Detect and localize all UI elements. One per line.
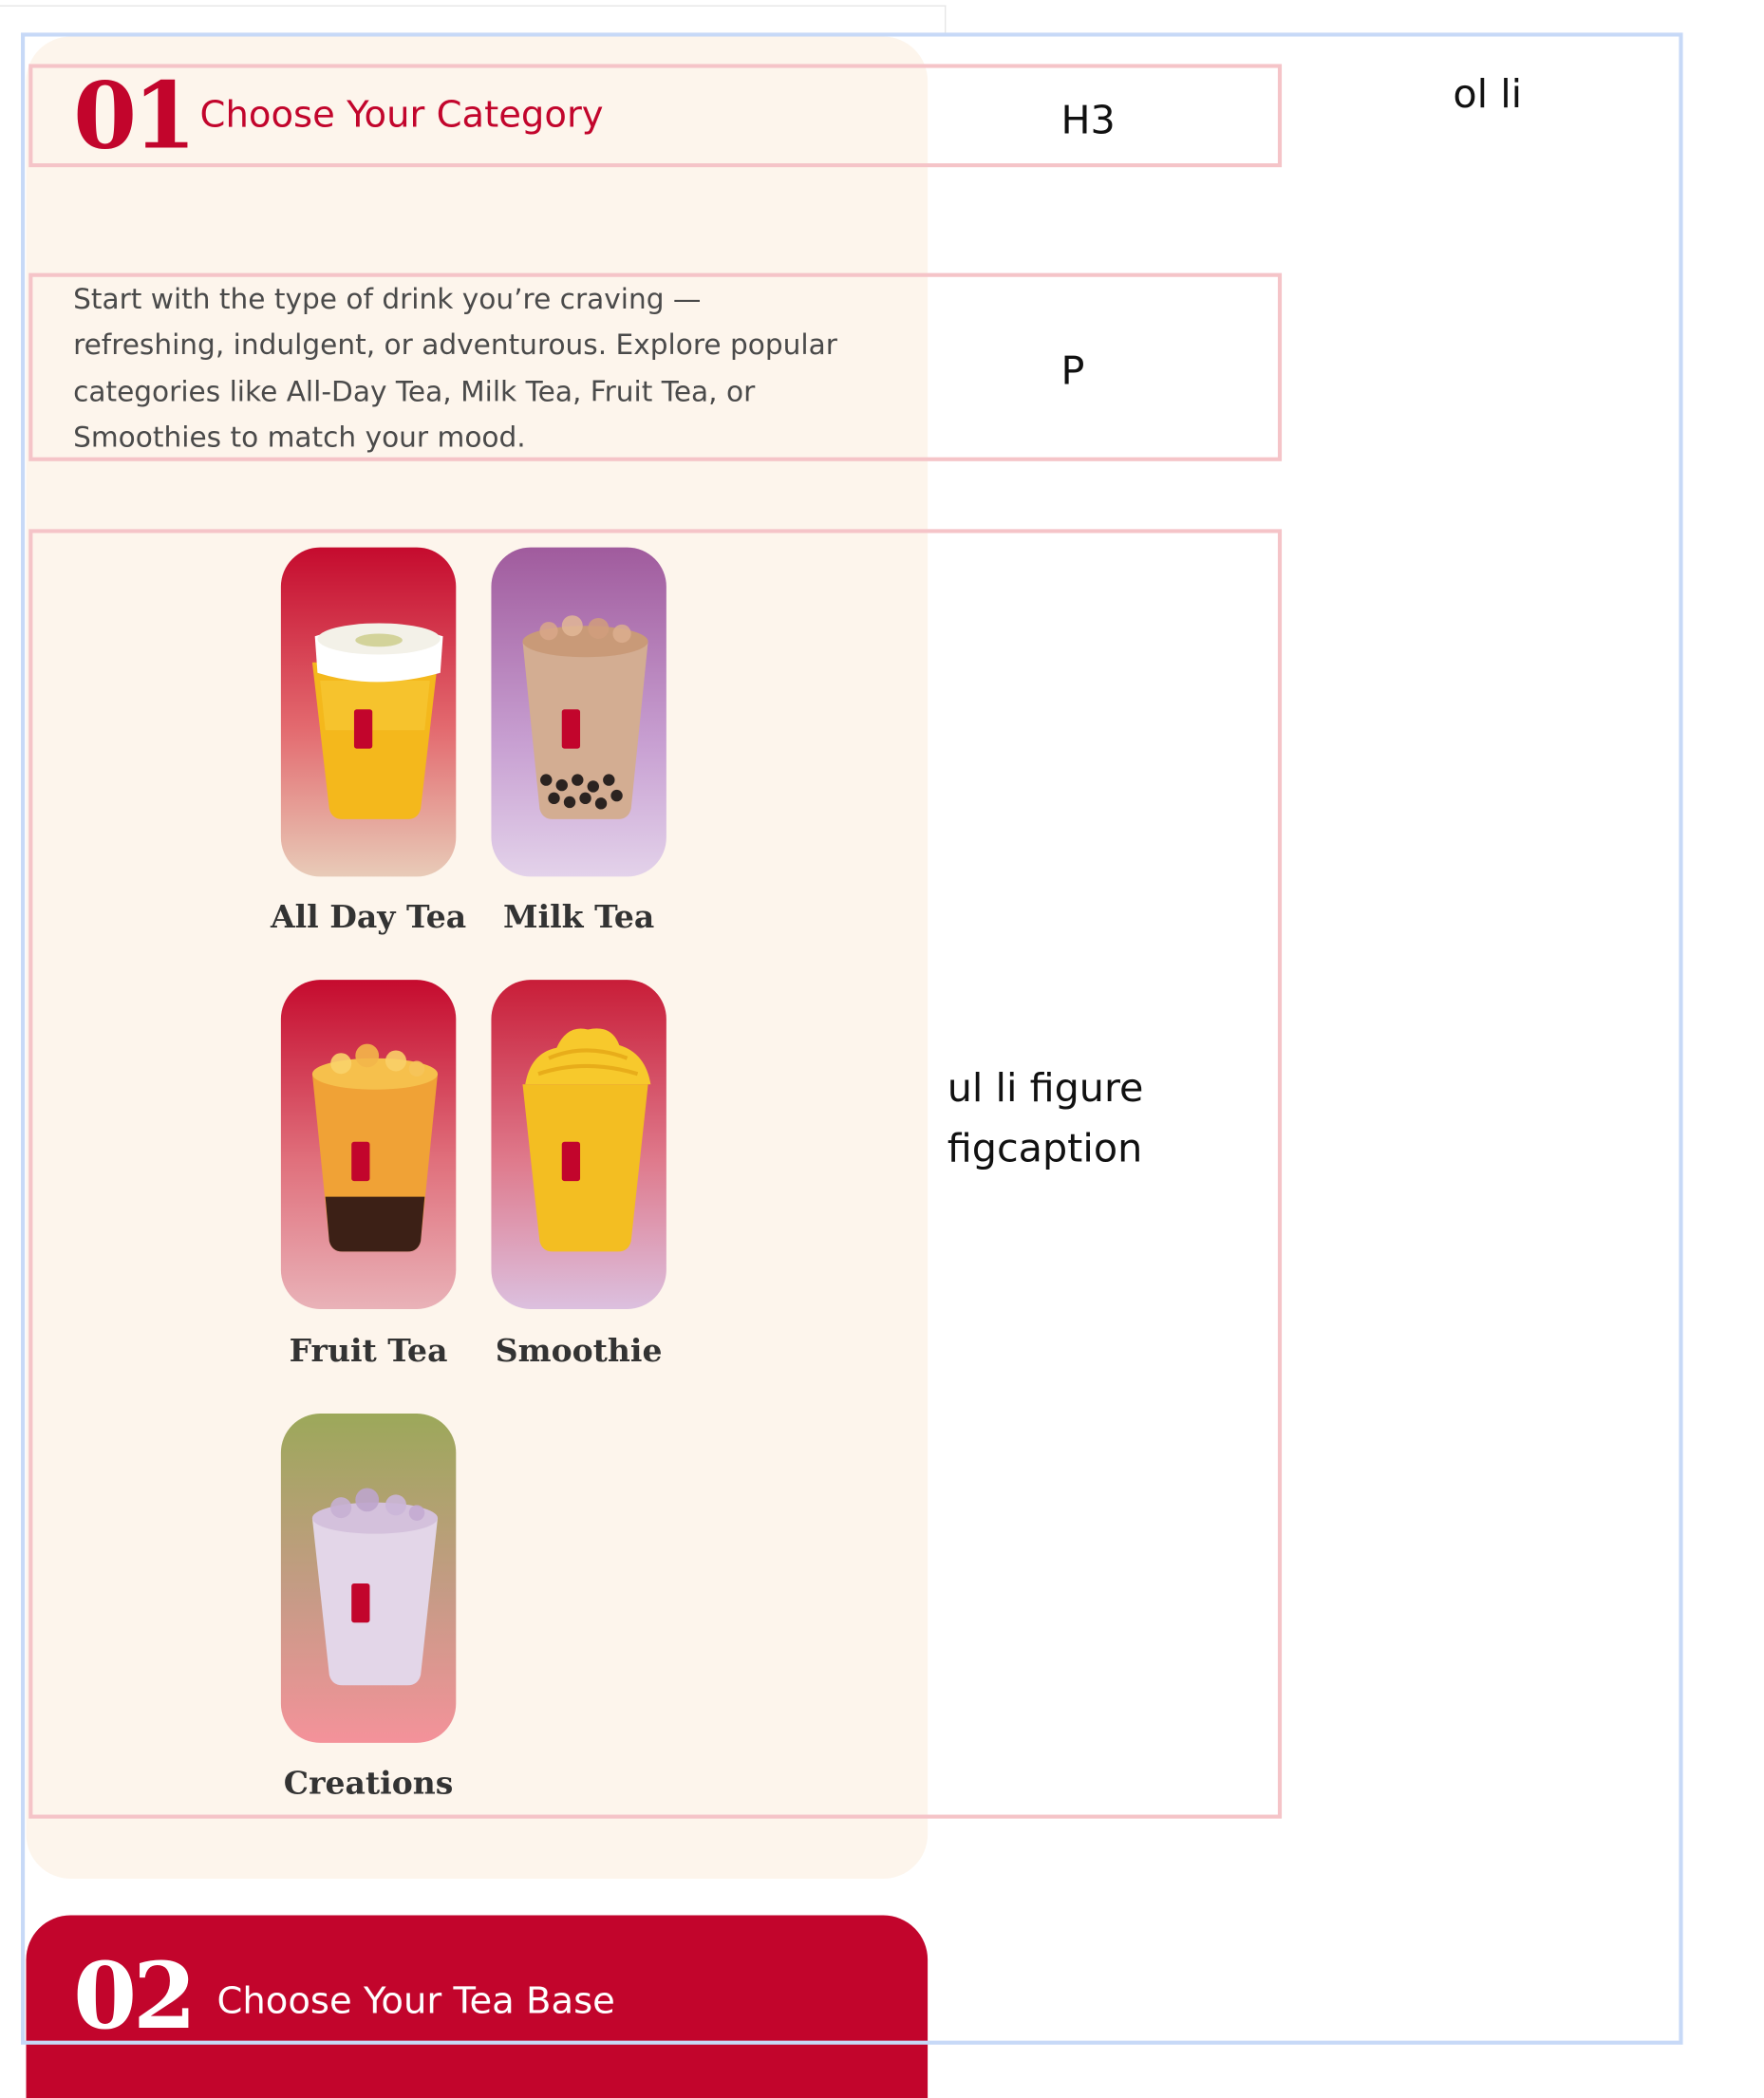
annotation-ol-li: ol li bbox=[1453, 71, 1523, 118]
viewport-top-rule bbox=[0, 5, 947, 7]
annotation-ul-li-figure: ul li figure figcaption bbox=[947, 1065, 1144, 1172]
paragraph-outline bbox=[28, 272, 1283, 461]
annotation-p: P bbox=[1060, 348, 1085, 395]
page: 01 Choose Your Category Start with the t… bbox=[0, 0, 1764, 2098]
annotation-h3: H3 bbox=[1060, 98, 1116, 144]
viewport-side-rule bbox=[944, 5, 947, 34]
